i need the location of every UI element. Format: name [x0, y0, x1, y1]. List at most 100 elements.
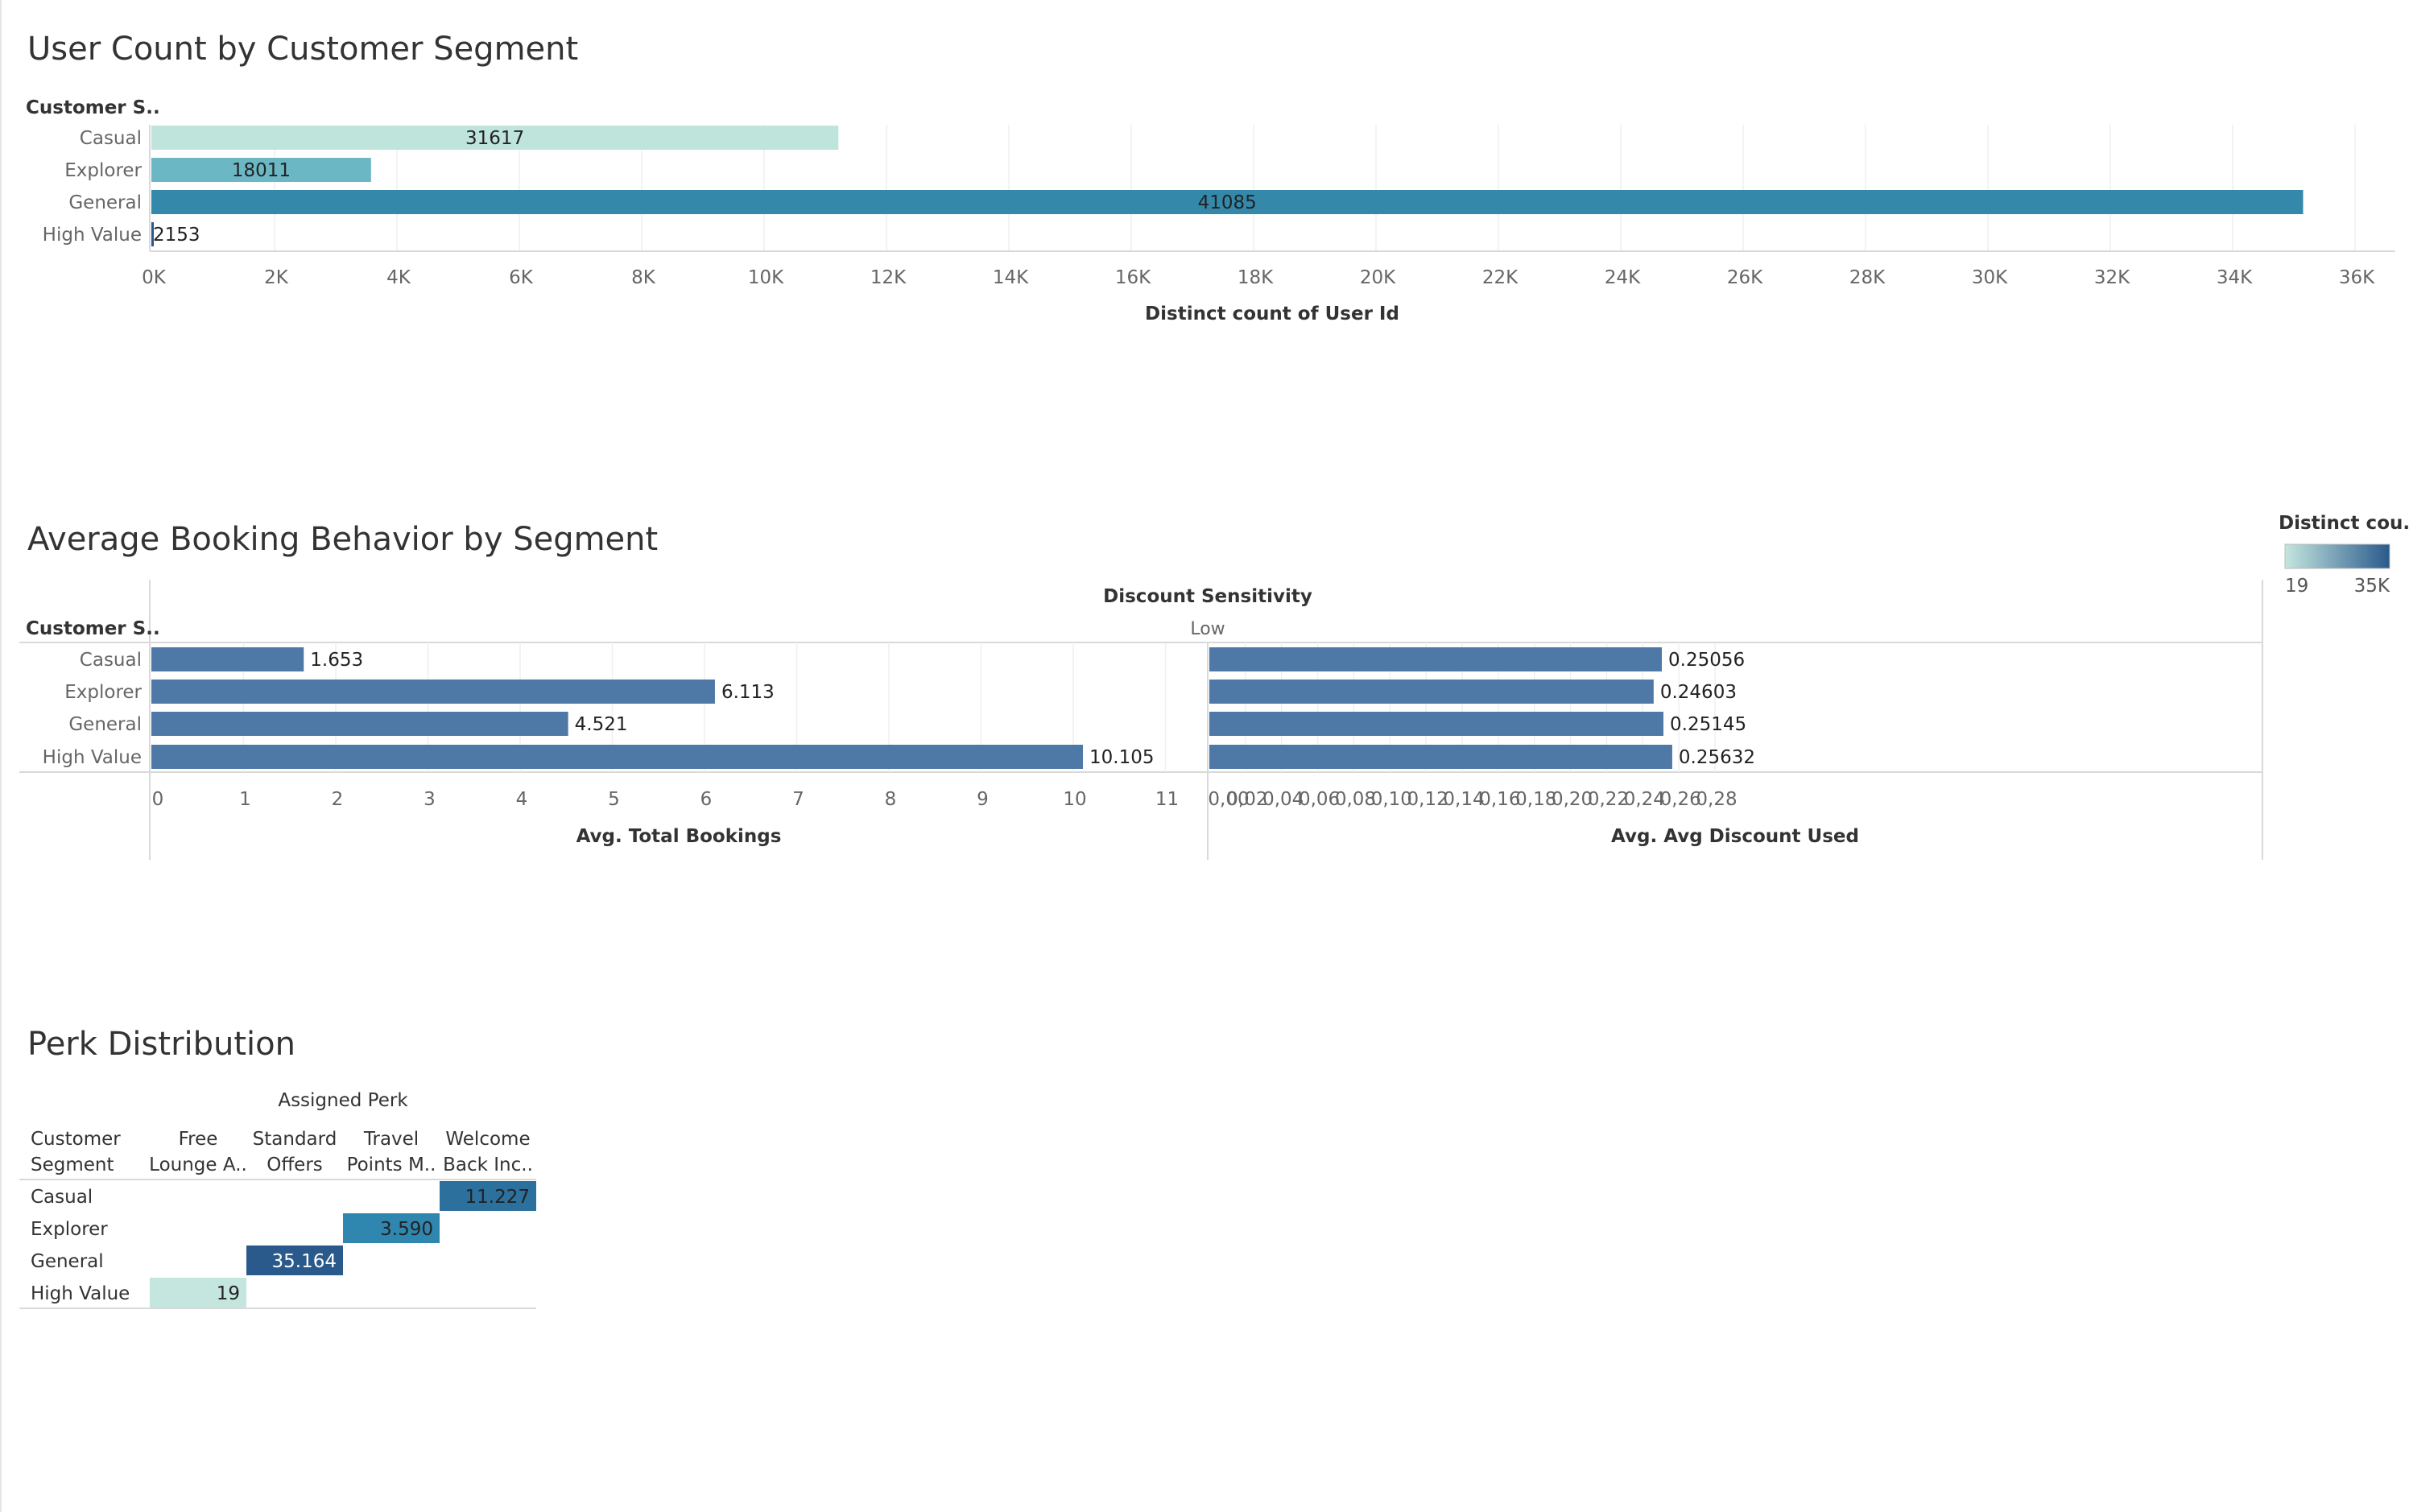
chart3-title: Perk Distribution	[27, 1026, 295, 1063]
chart3-column-label: Standard	[253, 1129, 337, 1150]
chart1-x-tick-label: 24K	[1605, 267, 1641, 288]
chart1-x-tick-label: 2K	[264, 267, 289, 288]
chart2-bar	[151, 680, 715, 704]
chart1-data-label: 18011	[232, 160, 291, 181]
chart2-bar	[151, 647, 304, 671]
user-count-chart: User Count by Customer Segment Customer …	[26, 31, 2395, 324]
chart2-title: Average Booking Behavior by Segment	[27, 521, 658, 558]
chart2-bar	[1209, 712, 1664, 736]
chart1-x-tick-label: 28K	[1849, 267, 1886, 288]
chart1-data-label: 41085	[1198, 192, 1257, 213]
chart2-x-tick-label: 2	[332, 789, 344, 810]
chart1-x-tick-label: 36K	[2339, 267, 2375, 288]
chart1-row-header: Customer S..	[26, 97, 160, 118]
chart2-row-header: Customer S..	[26, 618, 160, 639]
chart2-data-label: 0.25056	[1668, 650, 1745, 671]
chart1-x-tick-label: 32K	[2094, 267, 2130, 288]
chart2-x-tick-label: 7	[792, 789, 804, 810]
chart3-column-label: Welcome	[445, 1129, 530, 1150]
chart1-x-tick-label: 14K	[993, 267, 1029, 288]
chart2-x-axis-label-discount: Avg. Avg Discount Used	[1611, 826, 1859, 847]
color-legend[interactable]: Distinct cou.. 19 35K	[2279, 513, 2409, 597]
chart2-data-label: 1.653	[310, 650, 363, 671]
chart3-column-label: Points M..	[347, 1155, 436, 1175]
chart1-category-label: Explorer	[64, 160, 142, 181]
chart1-x-tick-label: 0K	[142, 267, 167, 288]
chart1-x-tick-label: 34K	[2217, 267, 2253, 288]
chart2-x-tick-label: 9	[977, 789, 989, 810]
chart2-x-tick-label: 1	[239, 789, 251, 810]
chart1-category-label: General	[68, 192, 142, 213]
chart1-data-label: 2153	[153, 225, 200, 246]
chart1-category-label: Casual	[80, 128, 142, 149]
chart2-x-tick-label: 4	[516, 789, 528, 810]
chart2-x-tick-label: 0,22	[1588, 789, 1629, 810]
chart2-column-header: Discount Sensitivity	[1103, 586, 1312, 607]
chart2-data-label: 4.521	[575, 714, 628, 735]
chart2-data-label: 6.113	[721, 682, 775, 703]
chart1-x-tick-label: 22K	[1482, 267, 1519, 288]
chart2-x-tick-label: 11	[1155, 789, 1179, 810]
chart2-x-tick-label: 0,28	[1696, 789, 1737, 810]
chart2-bars	[151, 647, 1672, 769]
chart2-data-label: 10.105	[1089, 747, 1154, 768]
chart3-cell-label: 3.590	[380, 1219, 433, 1240]
chart1-x-ticks: 0K 2K 4K 6K 8K 10K 12K 14K 16K 18K 20K 22K 24K 26K 28K…	[142, 267, 2375, 288]
chart2-x-ticks: 0 1 2 3 4 5 6 7 8 9 10 11 0,000,020,040,060,080,100,…	[152, 789, 1738, 810]
chart2-column-value: Low	[1190, 619, 1225, 639]
chart1-x-tick-label: 8K	[631, 267, 656, 288]
chart2-x-tick-label: 0,24	[1624, 789, 1665, 810]
chart2-bar	[1209, 680, 1654, 704]
perk-distribution-table: Perk Distribution Assigned Perk Customer…	[19, 1026, 536, 1309]
legend-max-label: 35K	[2354, 576, 2390, 597]
chart2-category-labels: Casual Explorer General High Value	[43, 650, 143, 768]
chart3-column-labels: Free Lounge A.. Standard Offers Travel Points…	[149, 1129, 533, 1175]
chart2-category-label: General	[68, 714, 142, 735]
chart1-x-tick-label: 18K	[1238, 267, 1274, 288]
chart1-x-tick-label: 16K	[1115, 267, 1151, 288]
chart2-data-label: 0.25632	[1679, 747, 1755, 768]
chart1-x-axis-label: Distinct count of User Id	[1145, 304, 1399, 324]
chart2-x-tick-label: 0,26	[1660, 789, 1701, 810]
chart2-x-tick-label: 8	[885, 789, 897, 810]
chart2-bar	[151, 745, 1084, 769]
chart2-bar	[1209, 745, 1672, 769]
chart3-column-label: Free	[179, 1129, 218, 1150]
chart2-bar	[1209, 647, 1663, 671]
chart3-row-header-line2: Segment	[31, 1155, 114, 1175]
chart2-x-tick-label: 0,10	[1371, 789, 1412, 810]
booking-behavior-chart: Average Booking Behavior by Segment Disc…	[19, 521, 2263, 860]
chart2-x-tick-label: 5	[608, 789, 620, 810]
chart2-category-label: Casual	[80, 650, 142, 671]
chart2-x-tick-label: 0	[152, 789, 164, 810]
chart2-x-tick-label: 0,06	[1299, 789, 1340, 810]
chart2-category-label: High Value	[43, 747, 142, 768]
chart2-x-tick-label: 0,04	[1262, 789, 1304, 810]
chart2-x-tick-label: 3	[424, 789, 436, 810]
chart3-column-label: Offers	[267, 1155, 323, 1175]
legend-min-label: 19	[2285, 576, 2308, 597]
chart2-x-tick-label: 0,18	[1515, 789, 1556, 810]
chart1-x-tick-label: 20K	[1360, 267, 1396, 288]
chart3-row-label: Casual	[31, 1187, 93, 1208]
chart2-x-tick-label: 0,20	[1552, 789, 1593, 810]
chart1-category-labels: Casual Explorer General High Value	[43, 128, 143, 246]
chart3-row-label: Explorer	[31, 1219, 108, 1240]
chart1-x-tick-label: 4K	[386, 267, 411, 288]
chart3-cell-label: 11.227	[465, 1187, 530, 1208]
chart3-cells: 11.227 3.590 35.164 19	[150, 1181, 536, 1308]
chart3-column-header: Assigned Perk	[278, 1090, 408, 1111]
chart1-category-label: High Value	[43, 225, 142, 246]
chart1-x-tick-label: 12K	[870, 267, 907, 288]
chart2-x-tick-label: 0,08	[1335, 789, 1376, 810]
chart2-x-tick-label: 0,16	[1479, 789, 1520, 810]
dashboard-canvas: User Count by Customer Segment Customer …	[19, 31, 2409, 1309]
chart3-row-label: General	[31, 1251, 104, 1272]
chart2-bar	[151, 712, 568, 736]
chart2-data-label: 0.25145	[1670, 714, 1746, 735]
chart3-cell-label: 19	[217, 1283, 240, 1304]
chart2-x-tick-label: 6	[700, 789, 713, 810]
chart2-x-tick-label: 0,02	[1226, 789, 1267, 810]
chart2-data-label: 0.24603	[1660, 682, 1737, 703]
chart1-x-tick-label: 10K	[748, 267, 784, 288]
